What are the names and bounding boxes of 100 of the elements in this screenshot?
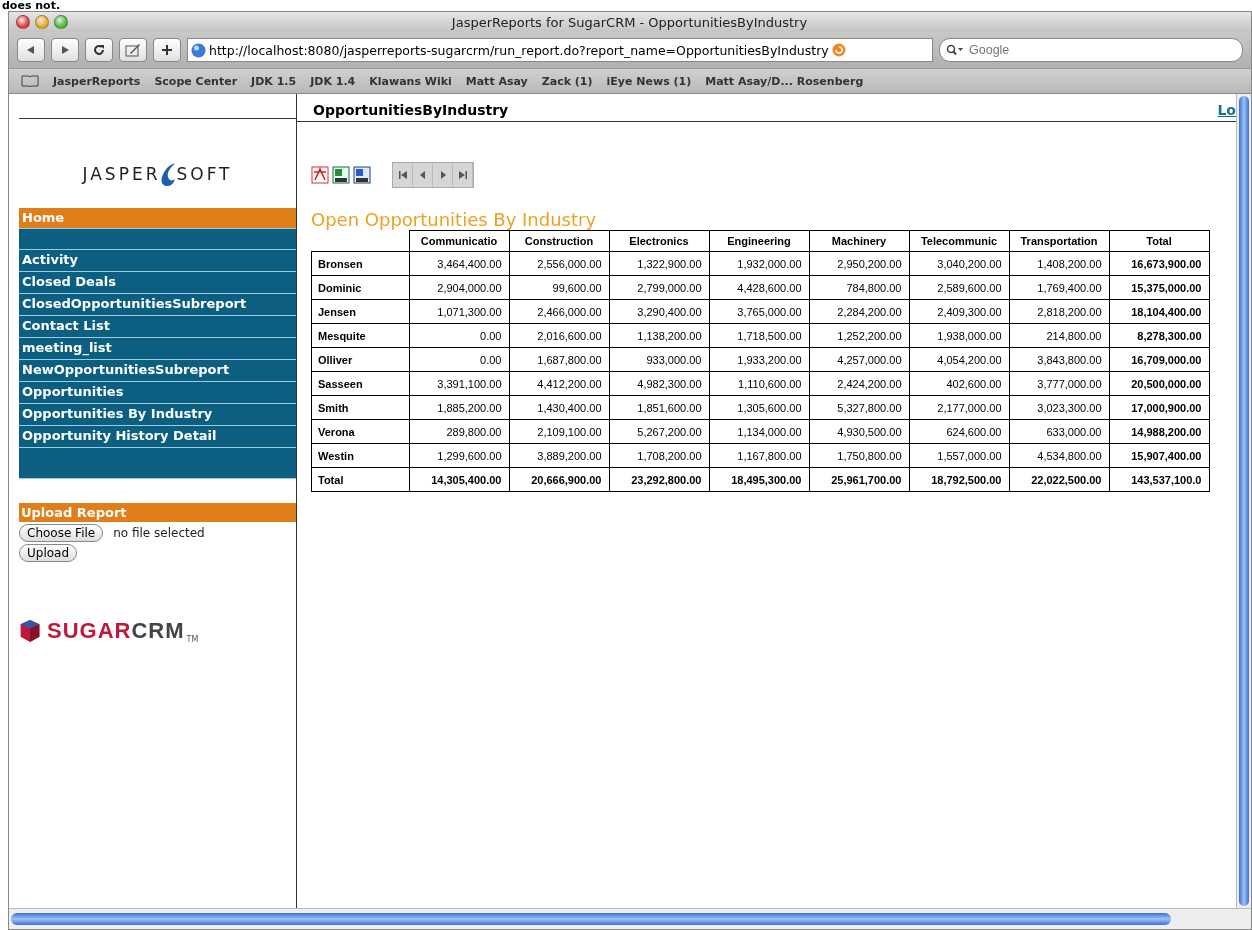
- nav-link[interactable]: Activity: [19, 250, 296, 272]
- table-cell: 624,600.00: [909, 419, 1009, 444]
- table-cell: 1,557,000.00: [909, 443, 1009, 468]
- previous-page-button[interactable]: [413, 163, 433, 187]
- reload-icon: [93, 44, 105, 56]
- search-field[interactable]: Google: [939, 38, 1243, 62]
- table-cell: 3,464,400.00: [409, 251, 509, 276]
- report-title: Open Opportunities By Industry: [311, 210, 598, 230]
- search-icon: [946, 44, 964, 56]
- back-icon: [26, 45, 36, 55]
- excel-export-icon[interactable]: [332, 166, 350, 184]
- row-header: Olliver: [311, 347, 409, 372]
- table-cell: 20,500,000.00: [1109, 371, 1209, 396]
- table-cell: 1,938,000.00: [909, 323, 1009, 348]
- trademark-text: TM: [186, 635, 199, 644]
- logo-text: SUGAR: [47, 618, 132, 644]
- table-cell: 0.00: [409, 347, 509, 372]
- bookmark-link[interactable]: JDK 1.5: [251, 74, 297, 88]
- nav-link[interactable]: ClosedOpportunitiesSubreport: [19, 294, 296, 316]
- vertical-scrollbar[interactable]: [1236, 94, 1251, 908]
- row-header: Smith: [311, 395, 409, 420]
- table-cell: 2,177,000.00: [909, 395, 1009, 420]
- table-cell: 2,904,000.00: [409, 275, 509, 300]
- table-cell: 214,800.00: [1009, 323, 1109, 348]
- table-cell: 2,556,000.00: [509, 251, 609, 276]
- table-cell: 1,322,900.00: [609, 251, 709, 276]
- table-cell: 14,988,200.00: [1109, 419, 1209, 444]
- table-cell: 1,134,000.00: [709, 419, 809, 444]
- close-icon[interactable]: [16, 15, 30, 29]
- last-page-button[interactable]: [453, 163, 473, 187]
- column-header: Engineering: [709, 230, 809, 252]
- table-cell: 2,950,200.00: [809, 251, 909, 276]
- logo-text: CRM: [131, 618, 185, 644]
- nav-link[interactable]: Closed Deals: [19, 272, 296, 294]
- logo-text: JASPER: [82, 163, 161, 184]
- add-button[interactable]: [153, 38, 181, 62]
- table-cell: 143,537,100.0: [1109, 467, 1209, 492]
- nav-link[interactable]: Opportunity History Detail: [19, 426, 296, 448]
- table-cell: 1,071,300.00: [409, 299, 509, 324]
- table-cell: 1,408,200.00: [1009, 251, 1109, 276]
- table-cell: 1,932,000.00: [709, 251, 809, 276]
- bookmark-link[interactable]: iEye News (1): [606, 74, 692, 88]
- nav-link[interactable]: meeting_list: [19, 338, 296, 360]
- bookmark-link[interactable]: JDK 1.4: [310, 74, 356, 88]
- table-cell: 3,765,000.00: [709, 299, 809, 324]
- nav-link[interactable]: Contact List: [19, 316, 296, 338]
- table-cell: 1,933,200.00: [709, 347, 809, 372]
- next-page-button[interactable]: [433, 163, 453, 187]
- row-header: Westin: [311, 443, 409, 468]
- row-header: Total: [311, 467, 409, 492]
- pdf-export-icon[interactable]: [311, 166, 329, 184]
- address-field[interactable]: http://localhost:8080/jasperreports-sugarcrm/run_report.do?report_name=OpportunitiesByIndustry: [187, 38, 933, 62]
- row-header: Mesquite: [311, 323, 409, 348]
- first-page-button[interactable]: [393, 163, 413, 187]
- table-cell: 1,138,200.00: [609, 323, 709, 348]
- table-cell: 0.00: [409, 323, 509, 348]
- bookmark-link[interactable]: JasperReports: [53, 74, 141, 88]
- plus-icon: [161, 44, 173, 56]
- bookmark-link[interactable]: Zack (1): [541, 74, 593, 88]
- table-cell: 16,673,900.00: [1109, 251, 1209, 276]
- table-cell: 1,851,600.00: [609, 395, 709, 420]
- zoom-icon[interactable]: [54, 15, 68, 29]
- bookmark-link[interactable]: Scope Center: [154, 74, 238, 88]
- table-cell: 4,054,200.00: [909, 347, 1009, 372]
- minimize-icon[interactable]: [35, 15, 49, 29]
- row-header: Bronsen: [311, 251, 409, 276]
- table-cell: 25,961,700.00: [809, 467, 909, 492]
- bookmark-link[interactable]: Klawans Wiki: [369, 74, 452, 88]
- table-cell: 5,267,200.00: [609, 419, 709, 444]
- bookmark-link[interactable]: Matt Asay/D... Rosenberg: [705, 74, 864, 88]
- choose-file-button[interactable]: Choose File: [19, 524, 104, 542]
- table-cell: 4,257,000.00: [809, 347, 909, 372]
- word-export-icon[interactable]: [353, 166, 371, 184]
- table-cell: 15,907,400.00: [1109, 443, 1209, 468]
- upload-button[interactable]: Upload: [19, 544, 78, 562]
- forward-button[interactable]: [51, 38, 79, 62]
- nav-link[interactable]: Opportunities: [19, 382, 296, 404]
- table-cell: 2,016,600.00: [509, 323, 609, 348]
- book-icon[interactable]: [21, 75, 39, 87]
- logo-text: SOFT: [176, 163, 233, 184]
- bookmark-link[interactable]: Matt Asay: [465, 74, 528, 88]
- column-header: Telecommunic: [909, 230, 1009, 252]
- first-icon: [397, 170, 408, 180]
- table-cell: 2,466,000.00: [509, 299, 609, 324]
- table-cell: 1,430,400.00: [509, 395, 609, 420]
- table-cell: 2,109,100.00: [509, 419, 609, 444]
- nav-link[interactable]: NewOpportunitiesSubreport: [19, 360, 296, 382]
- search-input[interactable]: Google: [967, 42, 1236, 58]
- edit-button[interactable]: [119, 38, 147, 62]
- table-cell: 933,000.00: [609, 347, 709, 372]
- logout-link[interactable]: Lo: [1217, 102, 1236, 118]
- horizontal-scrollbar[interactable]: [9, 908, 1251, 929]
- table-cell: 4,982,300.00: [609, 371, 709, 396]
- back-button[interactable]: [17, 38, 45, 62]
- nav-link[interactable]: Opportunities By Industry: [19, 404, 296, 426]
- last-icon: [457, 170, 468, 180]
- table-cell: 289,800.00: [409, 419, 509, 444]
- reload-button[interactable]: [85, 38, 113, 62]
- table-cell: 3,023,300.00: [1009, 395, 1109, 420]
- column-header: Electronics: [609, 230, 709, 252]
